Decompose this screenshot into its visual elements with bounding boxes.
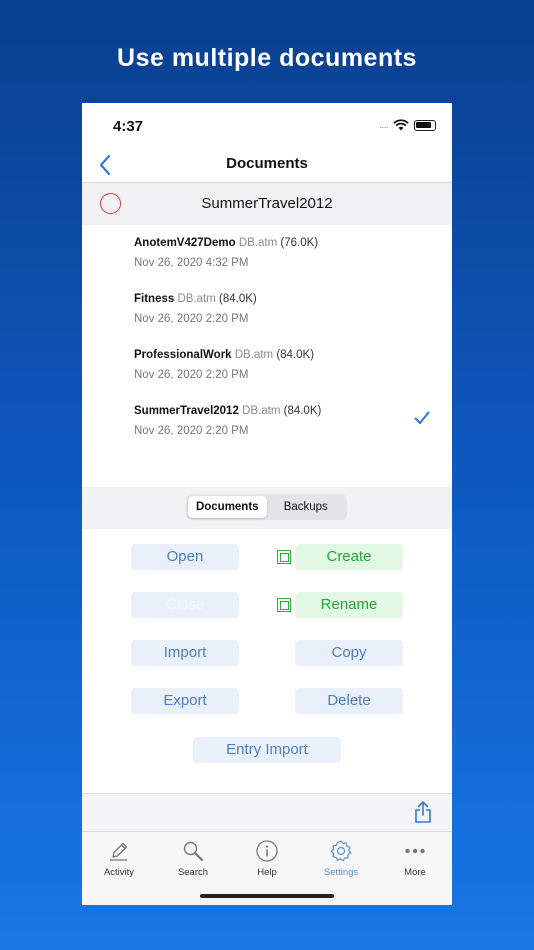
status-bar: 4:37 ..... [82,103,452,147]
pencil-icon [110,842,128,861]
info-icon [256,840,278,862]
create-doc-icon [277,550,291,564]
document-size: (84.0K) [219,293,257,305]
document-size: (76.0K) [280,237,319,249]
status-time: 4:37 [113,118,144,135]
document-ext: DB.atm [242,405,281,417]
copy-button[interactable]: Copy [295,640,403,666]
tab-label: Activity [103,867,135,878]
tab-label: Search [177,867,209,878]
document-list: AnotemV427Demo DB.atm (76.0K) Nov 26, 20… [82,225,452,449]
tab-label: Settings [323,867,359,878]
document-size: (84.0K) [276,349,315,361]
checkmark-icon [414,411,430,424]
tab-help[interactable]: Help [230,838,304,878]
document-name: SummerTravel2012 [134,405,239,417]
document-ext: DB.atm [234,349,274,361]
segmented-control: Documents Backups [186,494,347,520]
close-button[interactable]: Close [131,592,239,618]
phone-screen: 4:37 ..... Documents SummerTravel2012 An… [82,103,452,905]
bottom-toolbar [82,793,452,831]
tab-activity[interactable]: Activity [82,838,156,878]
current-document-name: SummerTravel2012 [201,195,333,212]
tab-more[interactable]: More [378,838,452,878]
document-name: ProfessionalWork [134,349,232,361]
delete-button[interactable]: Delete [295,688,403,714]
document-row[interactable]: Fitness DB.atm (84.0K) Nov 26, 2020 2:20… [82,281,452,337]
wifi-icon [393,119,409,131]
document-date: Nov 26, 2020 2:20 PM [134,425,249,437]
document-row[interactable]: ProfessionalWork DB.atm (84.0K) Nov 26, … [82,337,452,393]
magnifier-icon [183,841,204,862]
document-ext: DB.atm [177,293,216,305]
nav-bar: Documents [82,147,452,183]
segment-documents[interactable]: Documents [188,496,267,518]
document-ext: DB.atm [238,237,278,249]
segmented-bar: Documents Backups [82,487,452,529]
tab-search[interactable]: Search [156,838,230,878]
segment-backups[interactable]: Backups [267,496,346,518]
page-title: Documents [226,155,308,172]
entry-import-button[interactable]: Entry Import [193,737,341,763]
document-name: Fitness [134,293,175,305]
import-button[interactable]: Import [131,640,239,666]
battery-icon [414,119,436,131]
promo-headline: Use multiple documents [117,44,417,72]
tab-label: Help [257,867,277,878]
document-date: Nov 26, 2020 4:32 PM [134,257,249,269]
open-button[interactable]: Open [131,544,239,570]
document-date: Nov 26, 2020 2:20 PM [134,313,249,325]
tab-settings[interactable]: Settings [304,838,378,878]
create-button[interactable]: Create [295,544,403,570]
document-row[interactable]: AnotemV427Demo DB.atm (76.0K) Nov 26, 20… [82,225,452,281]
status-icons: ..... [379,119,436,131]
document-name: AnotemV427Demo [134,237,236,249]
ellipsis-icon [405,848,425,854]
share-icon[interactable] [414,800,432,824]
rename-button[interactable]: Rename [295,592,403,618]
current-document-header: SummerTravel2012 [82,183,452,225]
document-size: (84.0K) [283,405,322,417]
home-indicator [200,894,334,898]
signal-icon: ..... [379,119,389,131]
rename-doc-icon [277,598,291,612]
gear-icon [330,840,352,862]
export-button[interactable]: Export [131,688,239,714]
document-row-selected[interactable]: SummerTravel2012 DB.atm (84.0K) Nov 26, … [82,393,452,449]
tab-label: More [404,867,426,878]
document-date: Nov 26, 2020 2:20 PM [134,369,249,381]
